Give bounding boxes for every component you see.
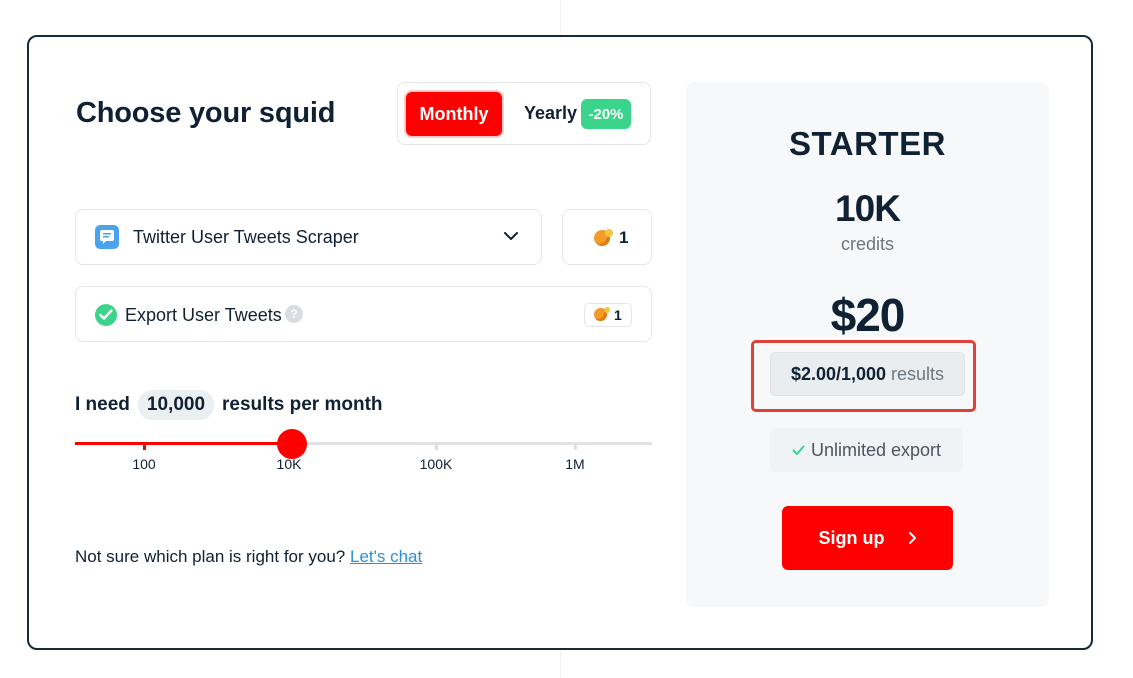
- slider-fill: [75, 442, 292, 445]
- scraper-select-dropdown[interactable]: Twitter User Tweets Scraper: [75, 209, 542, 265]
- plan-summary-panel: STARTER 10K credits $20 $2.00/1,000 resu…: [686, 82, 1049, 607]
- scraper-select-value: Twitter User Tweets Scraper: [133, 227, 359, 247]
- results-needed-value[interactable]: 10,000: [137, 390, 215, 420]
- plan-price: $20: [830, 289, 906, 341]
- chevron-down-icon[interactable]: [503, 228, 519, 249]
- per-result-unit: results: [891, 363, 945, 384]
- yearly-toggle-button[interactable]: Yearly: [524, 103, 577, 124]
- results-slider[interactable]: 100 10K 100K 1M: [75, 427, 652, 477]
- unlimited-export-label: Unlimited export: [810, 439, 942, 460]
- slider-tick-label[interactable]: 100K: [420, 456, 453, 472]
- checkmark-icon: [792, 445, 805, 456]
- check-circle-icon[interactable]: [95, 304, 117, 326]
- slider-tick-label[interactable]: 1M: [565, 456, 584, 472]
- export-credit-value: 1: [614, 307, 622, 323]
- slider-tick: [143, 444, 146, 450]
- plan-credits-label: credits: [840, 234, 894, 254]
- plan-name: STARTER: [789, 125, 946, 162]
- slider-tick: [574, 444, 577, 450]
- unlimited-export-feature: Unlimited export: [770, 428, 963, 472]
- monthly-toggle-button[interactable]: Monthly: [406, 92, 502, 136]
- chat-bubble-icon: [95, 225, 119, 249]
- plan-help-prompt: Not sure which plan is right for you?: [75, 547, 346, 566]
- pricing-card: Choose your squid Monthly Yearly -20% Tw…: [27, 35, 1093, 650]
- help-icon[interactable]: ?: [285, 305, 303, 323]
- per-result-price: $2.00/1,000 results: [770, 352, 965, 396]
- results-needed-prefix: I need: [75, 394, 130, 415]
- sign-up-button[interactable]: Sign up: [782, 506, 953, 570]
- page-title: Choose your squid: [76, 97, 336, 129]
- per-result-amount: $2.00/1,000: [790, 363, 887, 384]
- scraper-credit-cost: 1: [562, 209, 652, 265]
- credit-coin-icon: [594, 307, 610, 321]
- export-option-label: Export User Tweets: [125, 305, 282, 325]
- plan-credits-amount: 10K: [835, 188, 901, 229]
- export-credit-cost: 1: [584, 303, 632, 327]
- results-needed-suffix: results per month: [222, 394, 383, 415]
- results-needed-label: I need 10,000 results per month: [75, 390, 383, 420]
- lets-chat-link[interactable]: Let's chat: [350, 547, 422, 566]
- scraper-credit-value: 1: [619, 228, 629, 247]
- slider-thumb[interactable]: [277, 429, 307, 459]
- slider-tick: [435, 444, 438, 450]
- yearly-discount-badge: -20%: [581, 99, 631, 129]
- sign-up-label: Sign up: [818, 527, 885, 548]
- billing-period-toggle: Monthly Yearly -20%: [397, 82, 651, 145]
- export-option-row[interactable]: Export User Tweets ? 1: [75, 286, 652, 342]
- credit-coin-icon: [594, 229, 613, 246]
- chevron-right-icon: [907, 531, 917, 545]
- slider-tick-label[interactable]: 100: [132, 456, 155, 472]
- plan-help-text: Not sure which plan is right for you? Le…: [75, 547, 422, 567]
